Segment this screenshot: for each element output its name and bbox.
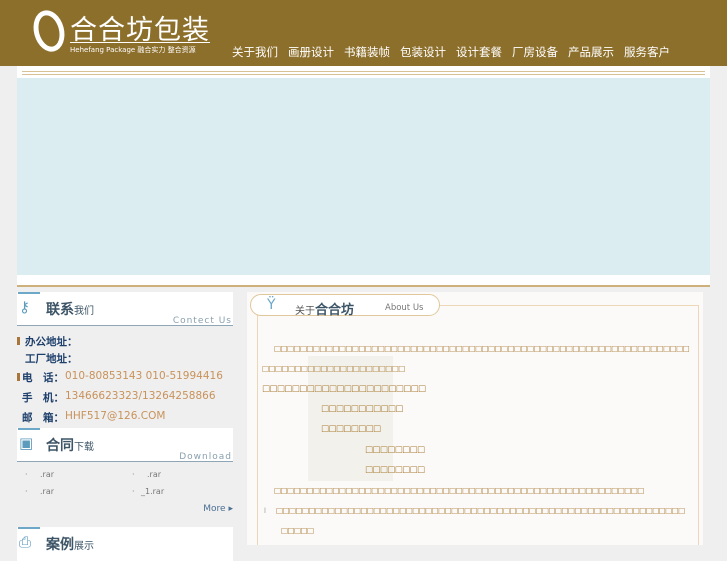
about-text: □□□□□□□□□□□□□□□□□□□□□□□□□□□□□□□□□□□□□□□□… xyxy=(274,486,644,495)
more-link[interactable]: More ▸ xyxy=(17,504,233,518)
download-row: · .rar · _1.rar xyxy=(25,487,165,496)
cases-title-small: 展示 xyxy=(74,541,94,552)
about-title: 合合坊 xyxy=(315,303,355,318)
about-text: □□□□□□□□ xyxy=(365,465,425,475)
contact-title-en: Contect Us xyxy=(172,316,232,326)
contact-row: 电 话： 010-80853143 010-51994416 xyxy=(17,370,233,390)
header-strip xyxy=(17,66,710,78)
contact-row: 工厂地址： xyxy=(25,353,78,365)
download-link[interactable]: .rar xyxy=(147,470,161,479)
download-link[interactable]: _1.rar xyxy=(141,487,164,496)
main-nav: 关于我们 画册设计 书籍装帧 包装设计 设计套餐 厂房设备 产品展示 服务客户 xyxy=(232,44,670,60)
banner-bottom xyxy=(17,275,710,287)
about-text: □□□□□□□□□□□□□□□□□□□□□□ xyxy=(262,364,405,373)
nav-products[interactable]: 产品展示 xyxy=(568,44,614,60)
contact-header: ⚷ 联系我们 Contect Us xyxy=(17,292,233,326)
contact-title-small: 我们 xyxy=(74,306,94,317)
people-icon: Ÿ xyxy=(267,297,276,313)
logo[interactable]: 合合坊包装 Hehefang Package 融合实力 整合资源 xyxy=(29,6,212,56)
about-text: □□□□□□□□□□□□□□□□□□□□□□ xyxy=(262,384,426,394)
download-title-en: Download xyxy=(179,452,232,462)
nav-books[interactable]: 书籍装帧 xyxy=(344,44,390,60)
nav-brochure[interactable]: 画册设计 xyxy=(288,44,334,60)
about-text: □□□□□□□□ xyxy=(321,424,381,434)
document-icon: ▣ xyxy=(19,434,34,452)
cases-header: ⎙ 案例展示 xyxy=(17,527,233,561)
nav-factory[interactable]: 厂房设备 xyxy=(512,44,558,60)
about-text: □□□□□□□□ xyxy=(365,445,425,455)
arrow-right-icon: ▸ xyxy=(228,504,233,514)
cases-title: 案例 xyxy=(46,537,74,553)
contact-row: 办公地址： xyxy=(17,334,233,351)
nav-packaging[interactable]: 包装设计 xyxy=(400,44,446,60)
about-text: □□□□□□□□□□□□□□□□□□□□□□□□□□□□□□□□□□□□□□□□… xyxy=(274,344,690,353)
about-tab: Ÿ 关于合合坊 About Us xyxy=(250,294,440,318)
about-title-small: 关于 xyxy=(295,306,315,317)
contact-row: 邮 箱： HHF517@126.COM xyxy=(22,410,166,424)
banner xyxy=(17,78,710,275)
bag-image xyxy=(308,356,393,481)
list-marker: l xyxy=(264,507,266,515)
download-row: · .rar · .rar xyxy=(25,470,162,479)
key-icon: ⚷ xyxy=(19,298,30,316)
download-link[interactable]: .rar xyxy=(40,470,54,479)
contact-row: 手 机： 13466623323/13264258866 xyxy=(22,390,216,404)
download-title-small: 下载 xyxy=(74,442,94,453)
download-title: 合同 xyxy=(46,438,74,454)
logo-tagline: Hehefang Package 融合实力 整合资源 xyxy=(70,46,196,54)
about-text: □□□□□□□□□□□□□□□□□□□□□□□□□□□□□□□□□□□□□□□□… xyxy=(276,506,685,515)
nav-packages[interactable]: 设计套餐 xyxy=(456,44,502,60)
about-text: □□□□□□□□□□□ xyxy=(321,404,403,414)
download-link[interactable]: .rar xyxy=(40,487,54,496)
about-text: □□□□□ xyxy=(281,526,314,535)
header: 合合坊包装 Hehefang Package 融合实力 整合资源 关于我们 画册… xyxy=(0,0,727,66)
logo-divider xyxy=(70,42,210,43)
logo-mark-icon xyxy=(29,6,69,56)
sidebar: ⚷ 联系我们 Contect Us 办公地址： 工厂地址： 电 话： 010-80… xyxy=(17,292,233,561)
nav-about[interactable]: 关于我们 xyxy=(232,44,278,60)
download-header: ▣ 合同下载 Download xyxy=(17,428,233,462)
about-title-en: About Us xyxy=(385,303,424,313)
printer-icon: ⎙ xyxy=(19,533,32,551)
nav-clients[interactable]: 服务客户 xyxy=(624,44,670,60)
contact-title: 联系 xyxy=(46,302,74,318)
about-panel: Ÿ 关于合合坊 About Us □□□□□□□□□□□□□□□□□□□□□□□… xyxy=(247,292,703,545)
